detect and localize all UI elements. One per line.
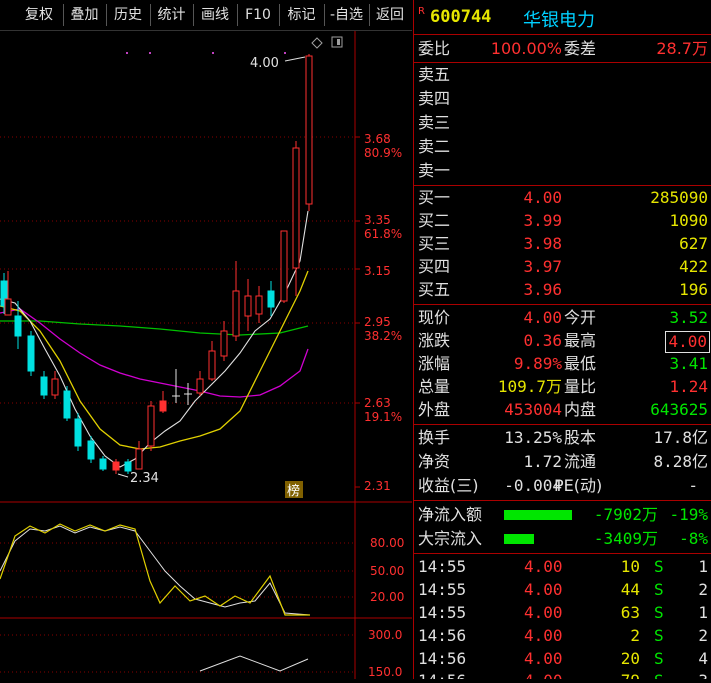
mark-button[interactable]: 标记 — [279, 4, 325, 26]
price-axis-label: 2.31 — [364, 479, 391, 493]
fib-axis-label: 80.9% — [364, 146, 402, 160]
price-axis-label: 3.15 — [364, 264, 391, 278]
quote-panel: R 600744 华银电力 委比 100.00% 委差 28.7万 卖五 卖四 … — [413, 0, 711, 679]
weicha-value: 28.7万 — [656, 39, 708, 58]
sell-label: 卖二 — [418, 137, 451, 156]
sell-label: 卖一 — [418, 161, 451, 180]
quote-header: R 600744 华银电力 — [414, 0, 711, 35]
fib-axis-label: 38.2% — [364, 329, 402, 343]
buy-row[interactable]: 买二 3.99 1090 — [414, 210, 711, 232]
diamond-icon[interactable] — [311, 37, 323, 49]
kline-chart: 4.00 2.34 榜 3.68 80.9% 3.35 61.8% 3.15 2… — [0, 31, 412, 679]
block-inflow-bar — [504, 534, 534, 544]
volume-axis-label: 300.0 — [368, 628, 402, 642]
stock-code: 600744 — [430, 7, 492, 27]
tick-row[interactable]: 14:56 4.00 20 S 4 — [414, 648, 711, 670]
stock-name: 华银电力 — [523, 10, 595, 31]
kdj-axis-label: 80.00 — [370, 536, 404, 550]
draw-line-button[interactable]: 画线 — [193, 4, 238, 26]
buy-row[interactable]: 买三 3.98 627 — [414, 233, 711, 255]
price-axis-label: 3.68 — [364, 132, 391, 146]
kdj-axis-label: 20.00 — [370, 590, 404, 604]
volume-axis-label: 150.0 — [368, 665, 402, 679]
kline-chart-area: 4.00 2.34 榜 3.68 80.9% 3.35 61.8% 3.15 2… — [0, 31, 412, 679]
low-price-marker: 2.34 — [130, 471, 159, 486]
sell-label: 卖四 — [418, 89, 451, 108]
price-axis-label: 3.35 — [364, 213, 391, 227]
buy-row[interactable]: 买五 3.96 196 — [414, 279, 711, 301]
weibi-value: 100.00% — [490, 39, 562, 58]
price-axis-label: 2.95 — [364, 315, 391, 329]
tick-row[interactable]: 14:55 4.00 10 S 1 — [414, 556, 711, 578]
fib-axis-label: 61.8% — [364, 227, 402, 241]
net-inflow-bar — [504, 510, 572, 520]
tick-row[interactable]: 14:56 4.00 2 S 2 — [414, 625, 711, 647]
history-button[interactable]: 历史 — [106, 4, 151, 26]
fuquan-button[interactable]: 复权 — [15, 4, 64, 26]
high-price-marker: 4.00 — [250, 56, 279, 71]
buy-row[interactable]: 买四 3.97 422 — [414, 256, 711, 278]
overlay-button[interactable]: 叠加 — [63, 4, 107, 26]
sell-label: 卖三 — [418, 113, 451, 132]
tick-row[interactable]: 14:55 4.00 44 S 2 — [414, 579, 711, 601]
sell-label: 卖五 — [418, 65, 451, 84]
chart-toolbar: 复权 叠加 历史 统计 画线 F10 标记 -自选 返回 — [0, 0, 412, 31]
stats-button[interactable]: 统计 — [150, 4, 194, 26]
rank-badge: 榜 — [287, 483, 300, 499]
weibi-row: 委比 100.00% 委差 28.7万 — [418, 39, 708, 58]
f10-button[interactable]: F10 — [237, 4, 280, 26]
watchlist-button[interactable]: -自选 — [324, 4, 370, 26]
tick-row[interactable]: 14:56 4.00 79 S 3 — [414, 670, 711, 679]
tick-row[interactable]: 14:55 4.00 63 S 1 — [414, 602, 711, 624]
price-axis-label: 2.63 — [364, 396, 391, 410]
r-mark: R — [418, 6, 425, 17]
kdj-axis-label: 50.00 — [370, 564, 404, 578]
buy-row[interactable]: 买一 4.00 285090 — [414, 187, 711, 209]
back-button[interactable]: 返回 — [369, 4, 411, 26]
fib-axis-label: 19.1% — [364, 410, 402, 424]
